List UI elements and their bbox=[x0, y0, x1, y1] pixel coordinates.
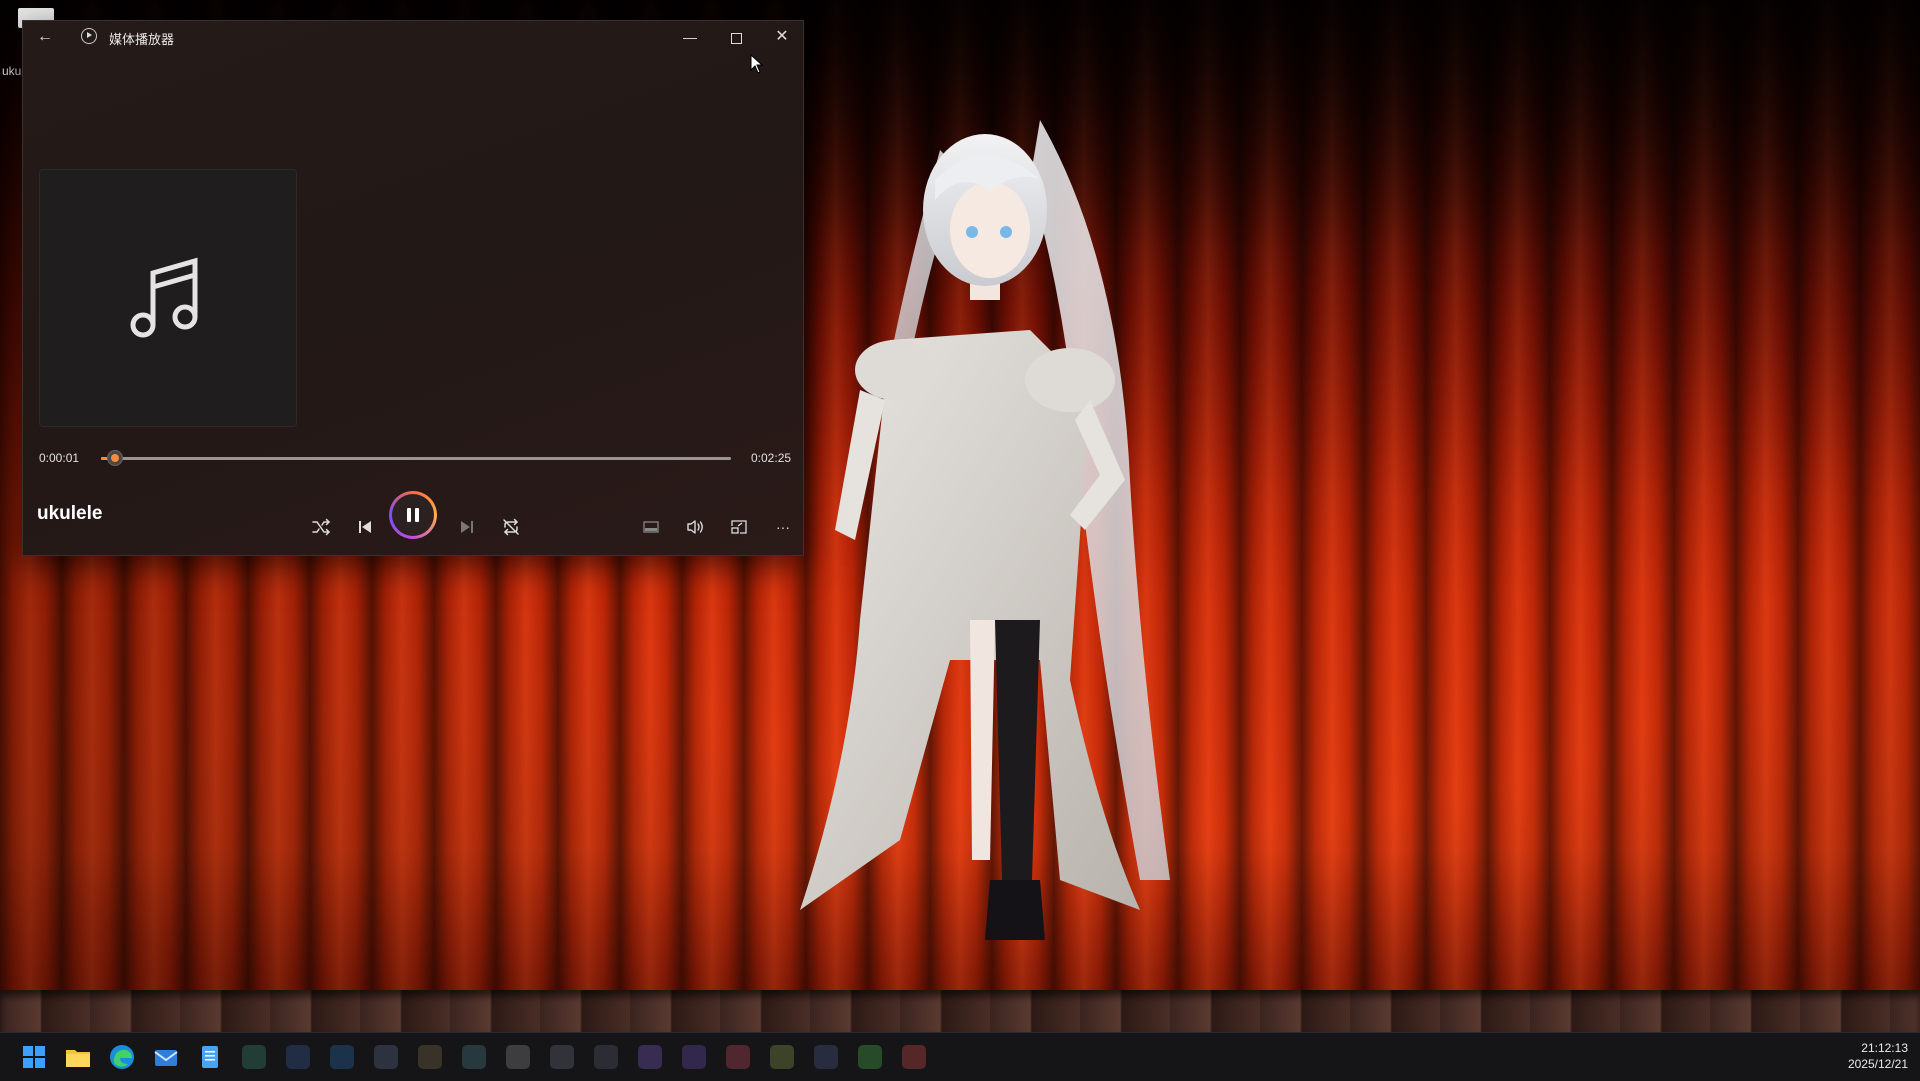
taskbar-app-icon[interactable] bbox=[814, 1045, 838, 1069]
volume-button[interactable] bbox=[679, 511, 711, 543]
taskbar-app-icon[interactable] bbox=[726, 1045, 750, 1069]
shuffle-button[interactable] bbox=[305, 511, 337, 543]
media-player-window: ← 媒体播放器 — ✕ 0:00:01 0:02:25 ukulele ··· bbox=[22, 20, 804, 556]
back-button[interactable]: ← bbox=[31, 25, 59, 49]
taskbar-app-icon[interactable] bbox=[506, 1045, 530, 1069]
mouse-cursor-icon bbox=[750, 54, 764, 74]
seek-bar[interactable] bbox=[101, 450, 731, 466]
taskbar-app-icon[interactable] bbox=[242, 1045, 266, 1069]
taskbar-app-icon[interactable] bbox=[286, 1045, 310, 1069]
more-icon: ··· bbox=[776, 519, 790, 535]
clock-date: 2025/12/21 bbox=[1847, 1057, 1908, 1071]
clock-time: 21:12:13 bbox=[1861, 1041, 1908, 1055]
taskbar-app-icon[interactable] bbox=[330, 1045, 354, 1069]
play-pause-button[interactable] bbox=[389, 491, 437, 539]
taskbar-app-icon[interactable] bbox=[638, 1045, 662, 1069]
taskbar-app-icon[interactable] bbox=[858, 1045, 882, 1069]
track-title: ukulele bbox=[37, 503, 103, 524]
taskbar-app-icon[interactable] bbox=[462, 1045, 486, 1069]
character-figure bbox=[800, 120, 1170, 940]
seek-thumb[interactable] bbox=[106, 450, 123, 466]
maximize-button[interactable] bbox=[713, 21, 759, 53]
edge-icon[interactable] bbox=[106, 1041, 138, 1073]
taskbar-clock[interactable]: 21:12:13 2025/12/21 bbox=[1848, 1040, 1908, 1072]
taskbar-app-icon[interactable] bbox=[594, 1045, 618, 1069]
album-art bbox=[39, 169, 297, 427]
file-explorer-icon[interactable] bbox=[62, 1041, 94, 1073]
elapsed-time: 0:00:01 bbox=[39, 451, 80, 465]
miniplayer-button[interactable] bbox=[635, 511, 667, 543]
taskbar-app-icon[interactable] bbox=[770, 1045, 794, 1069]
repeat-off-icon bbox=[503, 518, 519, 536]
taskbar-app-icon[interactable] bbox=[418, 1045, 442, 1069]
minimize-button[interactable]: — bbox=[667, 21, 713, 53]
next-icon bbox=[461, 521, 473, 533]
miniplayer-icon bbox=[643, 521, 659, 533]
repeat-button[interactable] bbox=[495, 511, 527, 543]
taskbar-app-icon[interactable] bbox=[902, 1045, 926, 1069]
taskbar: 21:12:13 2025/12/21 bbox=[0, 1032, 1920, 1081]
maximize-icon bbox=[730, 32, 742, 44]
title-bar[interactable]: ← 媒体播放器 — ✕ bbox=[23, 21, 803, 53]
close-button[interactable]: ✕ bbox=[759, 21, 805, 53]
next-button[interactable] bbox=[451, 511, 483, 543]
media-player-app-icon bbox=[81, 28, 97, 44]
desktop-file-label[interactable]: uku bbox=[2, 64, 21, 78]
notepad-icon[interactable] bbox=[194, 1041, 226, 1073]
previous-icon bbox=[359, 521, 371, 533]
windows-start-icon[interactable] bbox=[18, 1041, 50, 1073]
volume-icon bbox=[687, 520, 703, 534]
previous-button[interactable] bbox=[349, 511, 381, 543]
total-time: 0:02:25 bbox=[751, 451, 792, 465]
cast-icon bbox=[731, 520, 747, 534]
taskbar-app-icon[interactable] bbox=[374, 1045, 398, 1069]
taskbar-app-icon[interactable] bbox=[682, 1045, 706, 1069]
pause-button-face bbox=[392, 494, 434, 536]
music-note-icon bbox=[130, 257, 198, 338]
shuffle-icon bbox=[312, 518, 331, 536]
taskbar-app-icon[interactable] bbox=[550, 1045, 574, 1069]
cast-button[interactable] bbox=[723, 511, 755, 543]
pause-icon bbox=[407, 508, 419, 522]
mail-icon[interactable] bbox=[150, 1041, 182, 1073]
window-title: 媒体播放器 bbox=[109, 32, 175, 47]
more-options-button[interactable]: ··· bbox=[767, 511, 799, 543]
